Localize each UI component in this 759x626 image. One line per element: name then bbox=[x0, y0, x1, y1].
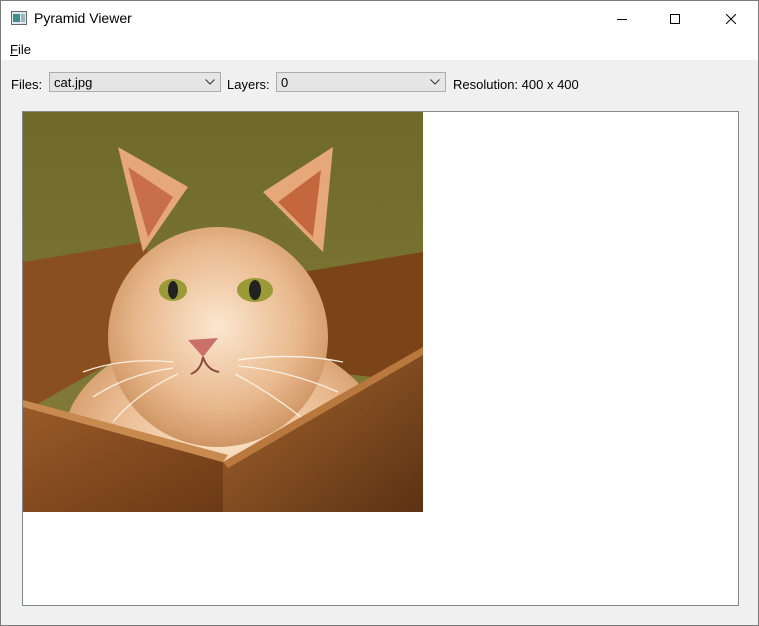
title-bar[interactable]: Pyramid Viewer bbox=[1, 1, 758, 36]
toolbar: Files: cat.jpg Layers: 0 Resolution: 400… bbox=[1, 60, 758, 106]
chevron-down-icon bbox=[205, 79, 215, 85]
close-button[interactable] bbox=[708, 1, 754, 36]
image-viewer[interactable] bbox=[22, 111, 739, 606]
cat-image bbox=[23, 112, 423, 512]
files-combobox-value: cat.jpg bbox=[54, 75, 93, 90]
maximize-button[interactable] bbox=[652, 1, 698, 36]
layers-label: Layers: bbox=[227, 77, 270, 92]
layers-combobox[interactable]: 0 bbox=[276, 72, 446, 92]
app-window-icon bbox=[11, 11, 27, 25]
menu-file[interactable]: File bbox=[10, 42, 31, 57]
maximize-icon bbox=[670, 13, 680, 24]
menu-file-mnemonic: F bbox=[10, 42, 18, 57]
menu-file-label: ile bbox=[17, 42, 31, 57]
menu-bar: File bbox=[1, 36, 758, 60]
close-icon bbox=[726, 13, 736, 24]
resolution-text: Resolution: 400 x 400 bbox=[453, 77, 579, 92]
files-combobox[interactable]: cat.jpg bbox=[49, 72, 221, 92]
layers-combobox-value: 0 bbox=[281, 75, 289, 90]
minimize-button[interactable] bbox=[599, 1, 645, 36]
main-window: Pyramid Viewer File Files: cat.jpg Layer… bbox=[0, 0, 759, 626]
chevron-down-icon bbox=[430, 79, 440, 85]
minimize-icon bbox=[617, 18, 627, 20]
window-title: Pyramid Viewer bbox=[34, 10, 132, 26]
files-label: Files: bbox=[11, 77, 43, 92]
